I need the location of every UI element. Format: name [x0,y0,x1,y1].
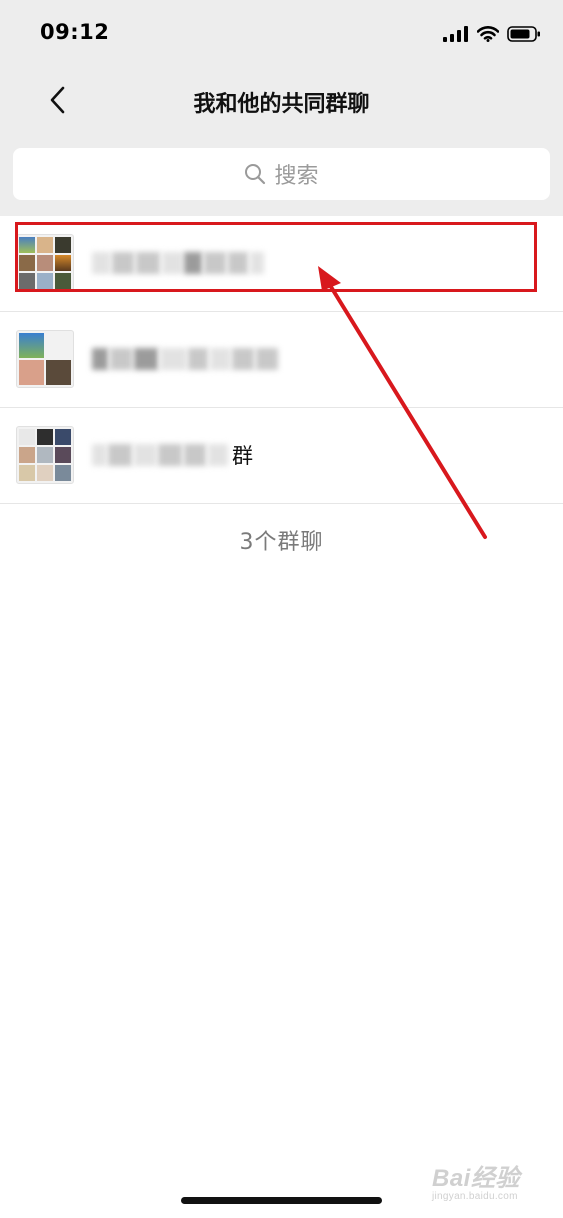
group-chat-row[interactable]: 群 [0,408,563,504]
watermark: Bai经验 jingyan.baidu.com [432,1165,520,1202]
nav-bar: 我和他的共同群聊 [0,68,563,134]
status-bar: 09:12 [0,0,563,68]
group-chat-row[interactable] [0,312,563,408]
search-icon [245,164,266,185]
group-name-redacted: 群 [92,442,253,468]
status-time: 09:12 [40,20,110,44]
group-name-redacted [92,346,278,372]
battery-icon [507,26,540,42]
search-input[interactable]: 搜索 [13,148,550,200]
signal-icon [443,26,468,42]
group-avatar [16,234,74,292]
status-icons [443,26,541,42]
group-chat-row[interactable] [0,216,563,312]
group-avatar [16,426,74,484]
wifi-icon [477,26,499,42]
search-placeholder: 搜索 [274,164,319,189]
group-chat-list: 群 [0,216,563,504]
group-count: 3个群聊 [239,530,324,555]
group-name-visible-tail: 群 [232,444,253,468]
page-title: 我和他的共同群聊 [193,92,370,117]
group-name-redacted [92,250,264,276]
group-avatar [16,330,74,388]
home-indicator[interactable] [181,1197,382,1204]
